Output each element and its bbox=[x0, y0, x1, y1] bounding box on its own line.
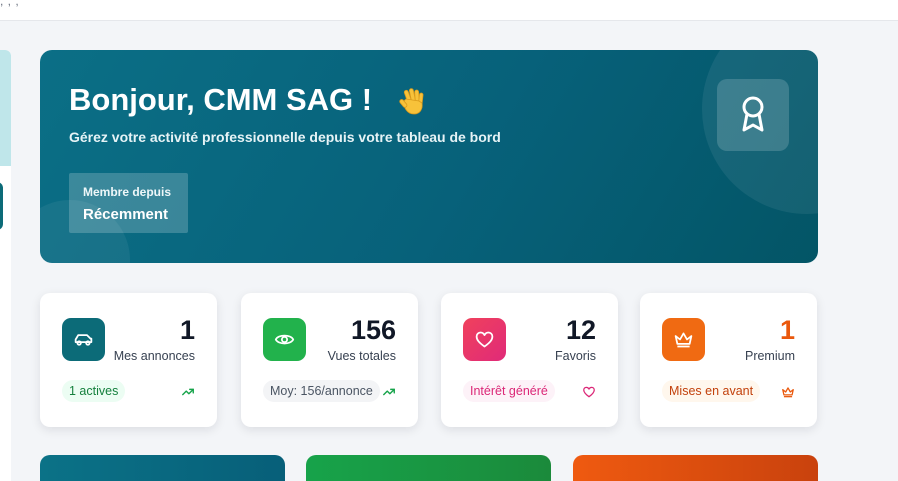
stat-card-views[interactable]: 156 Vues totales Moy: 156/annonce bbox=[241, 293, 418, 427]
member-since-label: Membre depuis bbox=[83, 185, 172, 199]
top-bar-clipped-text: , , , bbox=[0, 0, 20, 8]
action-card-orange[interactable] bbox=[573, 455, 818, 481]
stat-value: 12 bbox=[565, 315, 596, 345]
sidebar bbox=[0, 50, 11, 481]
stat-card-premium[interactable]: 1 Premium Mises en avant bbox=[640, 293, 817, 427]
award-badge bbox=[717, 79, 789, 151]
stat-label: Premium bbox=[744, 349, 795, 363]
stat-icon-box bbox=[662, 318, 705, 361]
sidebar-header bbox=[0, 50, 11, 166]
heart-icon bbox=[583, 386, 595, 398]
trend-up-icon bbox=[182, 388, 194, 396]
stat-value: 156 bbox=[350, 315, 396, 345]
top-bar: , , , bbox=[0, 0, 898, 21]
stat-card-listings[interactable]: 1 Mes annonces 1 actives bbox=[40, 293, 217, 427]
stat-label: Favoris bbox=[555, 349, 596, 363]
car-icon bbox=[74, 334, 93, 346]
welcome-title: Bonjour, CMM SAG ! bbox=[69, 82, 373, 117]
sidebar-active-item[interactable] bbox=[0, 182, 3, 230]
eye-icon bbox=[274, 334, 295, 345]
action-card-teal[interactable] bbox=[40, 455, 285, 481]
stat-pill: 1 actives bbox=[62, 380, 126, 402]
crown-icon bbox=[674, 332, 693, 348]
award-icon bbox=[742, 96, 764, 132]
stat-value: 1 bbox=[779, 315, 795, 345]
trend-up-icon bbox=[383, 388, 395, 396]
welcome-banner: Bonjour, CMM SAG ! Gérez votre activité … bbox=[40, 50, 818, 263]
stat-card-favorites[interactable]: 12 Favoris Intérêt généré bbox=[441, 293, 618, 427]
welcome-subtitle: Gérez votre activité professionnelle dep… bbox=[69, 129, 501, 145]
stat-value: 1 bbox=[179, 315, 195, 345]
stat-label: Vues totales bbox=[327, 349, 396, 363]
member-since-box: Membre depuis Récemment bbox=[69, 173, 188, 233]
stat-icon-box bbox=[463, 318, 506, 361]
action-card-green[interactable] bbox=[306, 455, 551, 481]
stat-pill: Moy: 156/annonce bbox=[263, 380, 380, 402]
stat-icon-box bbox=[62, 318, 105, 361]
stat-pill: Intérêt généré bbox=[463, 380, 555, 402]
heart-icon bbox=[475, 331, 494, 348]
crown-icon bbox=[782, 387, 794, 398]
member-since-value: Récemment bbox=[83, 206, 169, 223]
stat-icon-box bbox=[263, 318, 306, 361]
stat-label: Mes annonces bbox=[113, 349, 195, 363]
stat-pill: Mises en avant bbox=[662, 380, 761, 402]
waving-hand-icon bbox=[399, 88, 424, 115]
